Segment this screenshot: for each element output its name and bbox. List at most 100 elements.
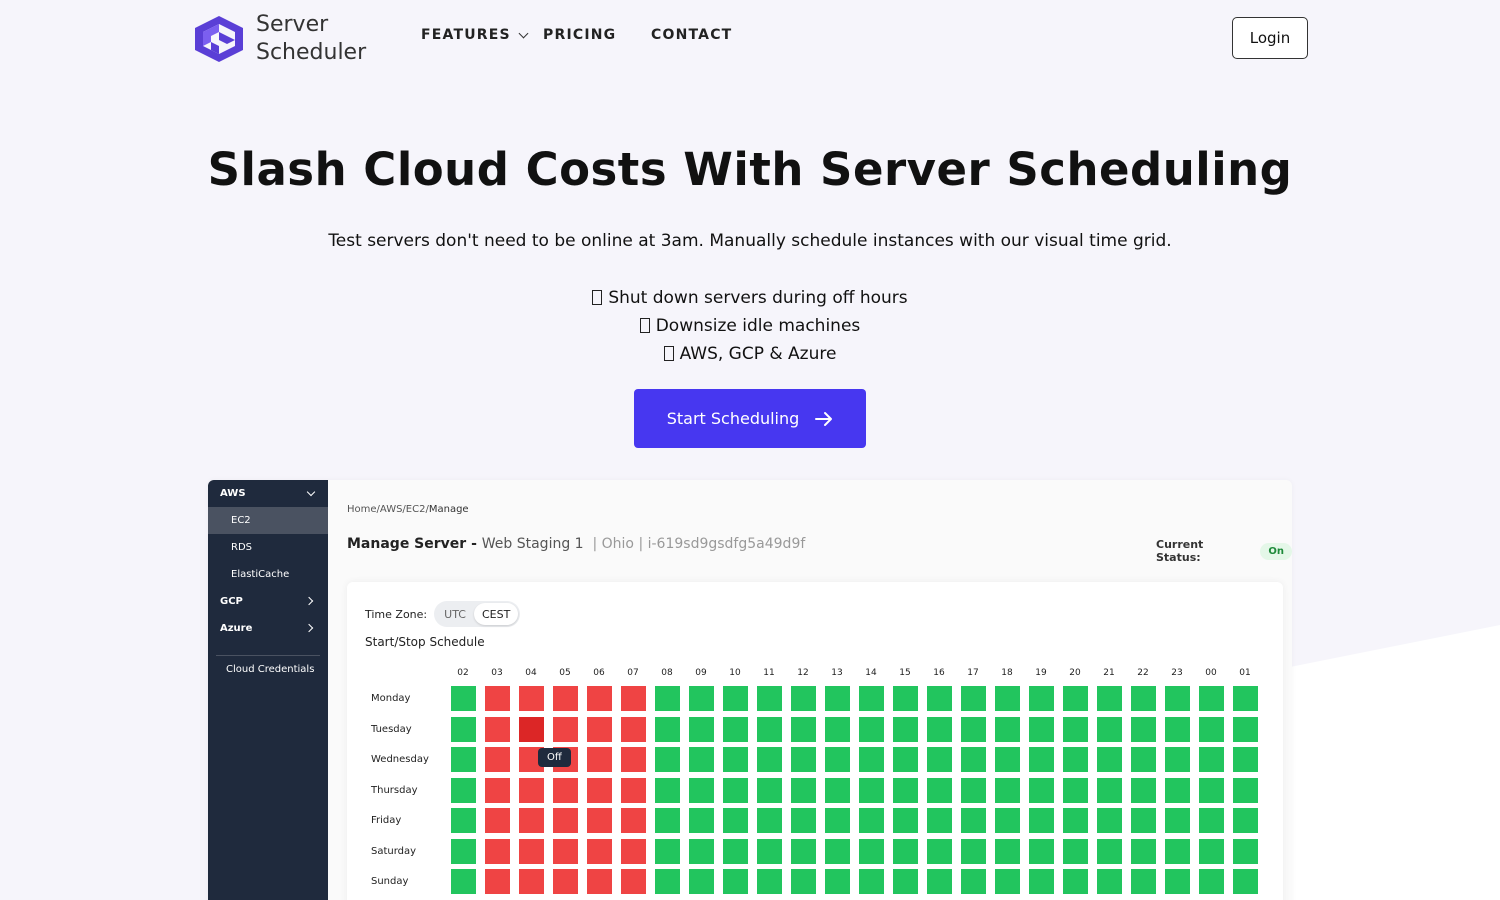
schedule-cell[interactable]	[485, 747, 510, 772]
sidebar-item-azure[interactable]: Azure	[208, 615, 328, 642]
schedule-cell[interactable]	[587, 747, 612, 772]
schedule-cell[interactable]	[995, 808, 1020, 833]
schedule-cell[interactable]	[451, 747, 476, 772]
schedule-cell[interactable]	[1097, 716, 1122, 742]
schedule-cell[interactable]	[927, 747, 952, 772]
schedule-cell[interactable]	[587, 808, 612, 833]
schedule-cell[interactable]	[1199, 838, 1224, 864]
schedule-cell[interactable]	[655, 777, 680, 803]
schedule-cell[interactable]	[1165, 869, 1190, 894]
schedule-cell[interactable]	[621, 869, 646, 894]
schedule-cell[interactable]	[553, 869, 578, 894]
schedule-cell[interactable]	[519, 777, 544, 803]
schedule-cell[interactable]	[621, 777, 646, 803]
schedule-cell[interactable]	[723, 808, 748, 833]
breadcrumb-path[interactable]: Home/AWS/EC2/	[347, 504, 429, 515]
schedule-cell[interactable]	[1029, 777, 1054, 803]
sidebar-item-cloud-credentials[interactable]: Cloud Credentials	[208, 656, 328, 683]
schedule-cell[interactable]	[451, 869, 476, 894]
schedule-cell[interactable]	[485, 716, 510, 742]
schedule-cell[interactable]	[757, 777, 782, 803]
schedule-cell[interactable]	[1199, 777, 1224, 803]
schedule-cell[interactable]	[451, 686, 476, 711]
schedule-cell[interactable]	[995, 838, 1020, 864]
schedule-cell[interactable]	[859, 838, 884, 864]
schedule-cell[interactable]	[689, 777, 714, 803]
schedule-cell[interactable]	[1233, 838, 1258, 864]
schedule-cell[interactable]	[1165, 686, 1190, 711]
schedule-cell[interactable]	[757, 716, 782, 742]
schedule-cell[interactable]	[859, 869, 884, 894]
schedule-cell[interactable]	[1165, 716, 1190, 742]
schedule-cell[interactable]	[825, 777, 850, 803]
schedule-cell[interactable]	[1029, 747, 1054, 772]
schedule-cell[interactable]	[995, 869, 1020, 894]
schedule-cell[interactable]	[1029, 838, 1054, 864]
schedule-cell[interactable]	[961, 869, 986, 894]
schedule-cell[interactable]	[825, 747, 850, 772]
schedule-cell[interactable]	[791, 716, 816, 742]
schedule-cell[interactable]	[1063, 838, 1088, 864]
schedule-cell[interactable]	[689, 808, 714, 833]
schedule-cell[interactable]	[1233, 777, 1258, 803]
schedule-cell[interactable]	[1165, 808, 1190, 833]
schedule-cell[interactable]	[1097, 747, 1122, 772]
sidebar-item-ec2[interactable]: EC2	[208, 507, 328, 534]
schedule-cell[interactable]	[1131, 838, 1156, 864]
schedule-cell[interactable]	[791, 747, 816, 772]
schedule-cell[interactable]	[689, 838, 714, 864]
schedule-cell[interactable]	[757, 686, 782, 711]
schedule-cell[interactable]	[1097, 777, 1122, 803]
schedule-cell[interactable]	[791, 686, 816, 711]
sidebar-item-elasticache[interactable]: ElastiCache	[208, 561, 328, 588]
schedule-cell[interactable]	[995, 747, 1020, 772]
schedule-cell[interactable]	[451, 716, 476, 742]
schedule-cell[interactable]	[961, 686, 986, 711]
schedule-cell[interactable]	[1063, 869, 1088, 894]
schedule-cell[interactable]	[757, 869, 782, 894]
schedule-cell[interactable]	[1233, 869, 1258, 894]
schedule-cell[interactable]	[859, 716, 884, 742]
schedule-cell[interactable]	[519, 869, 544, 894]
schedule-cell[interactable]	[859, 747, 884, 772]
schedule-cell[interactable]	[1063, 747, 1088, 772]
schedule-cell[interactable]	[1063, 686, 1088, 711]
schedule-cell[interactable]	[1233, 747, 1258, 772]
schedule-cell[interactable]	[553, 808, 578, 833]
schedule-cell[interactable]	[825, 838, 850, 864]
schedule-cell[interactable]	[587, 777, 612, 803]
schedule-cell[interactable]	[553, 686, 578, 711]
schedule-cell[interactable]	[1165, 838, 1190, 864]
timezone-option-cest[interactable]: CEST	[473, 603, 519, 625]
schedule-cell[interactable]	[485, 777, 510, 803]
schedule-cell[interactable]	[655, 808, 680, 833]
schedule-cell[interactable]	[519, 686, 544, 711]
schedule-cell[interactable]	[825, 686, 850, 711]
schedule-cell[interactable]	[451, 838, 476, 864]
schedule-cell[interactable]	[655, 747, 680, 772]
schedule-cell[interactable]	[587, 686, 612, 711]
schedule-cell[interactable]	[621, 686, 646, 711]
schedule-cell[interactable]	[723, 777, 748, 803]
login-button[interactable]: Login	[1232, 17, 1308, 59]
schedule-cell[interactable]	[995, 777, 1020, 803]
schedule-cell[interactable]	[1199, 716, 1224, 742]
timezone-option-utc[interactable]: UTC	[436, 603, 474, 625]
schedule-cell[interactable]	[689, 716, 714, 742]
schedule-cell[interactable]	[621, 838, 646, 864]
schedule-cell[interactable]	[791, 777, 816, 803]
schedule-cell[interactable]	[689, 747, 714, 772]
schedule-cell[interactable]	[1165, 777, 1190, 803]
schedule-cell[interactable]	[1097, 686, 1122, 711]
schedule-cell[interactable]	[723, 869, 748, 894]
schedule-cell[interactable]	[825, 716, 850, 742]
schedule-cell[interactable]	[451, 777, 476, 803]
schedule-cell[interactable]	[1097, 808, 1122, 833]
schedule-cell[interactable]	[859, 808, 884, 833]
schedule-cell[interactable]	[961, 777, 986, 803]
schedule-cell[interactable]	[1199, 869, 1224, 894]
schedule-cell[interactable]	[1233, 808, 1258, 833]
schedule-cell[interactable]	[1063, 777, 1088, 803]
schedule-cell[interactable]	[621, 716, 646, 742]
schedule-cell[interactable]	[587, 838, 612, 864]
